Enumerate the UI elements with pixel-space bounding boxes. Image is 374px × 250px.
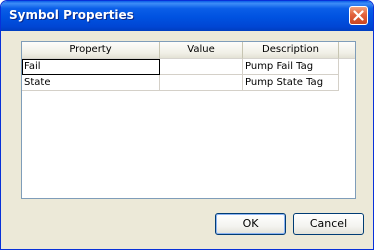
close-button[interactable] xyxy=(349,6,368,25)
value-cell[interactable] xyxy=(160,75,243,91)
table-header: Property Value Description xyxy=(22,42,355,59)
column-header-filler xyxy=(339,42,355,59)
column-header-value[interactable]: Value xyxy=(160,42,243,59)
column-header-property[interactable]: Property xyxy=(22,42,160,59)
properties-table[interactable]: Property Value Description Fail Pump Fai… xyxy=(21,41,356,199)
dialog-client-area: Property Value Description Fail Pump Fai… xyxy=(4,31,370,246)
table-row[interactable]: Fail Pump Fail Tag xyxy=(22,59,339,75)
window-title: Symbol Properties xyxy=(9,8,134,22)
description-cell: Pump Fail Tag xyxy=(243,59,339,75)
value-cell[interactable] xyxy=(160,59,243,75)
description-cell: Pump State Tag xyxy=(243,75,339,91)
close-icon xyxy=(353,10,364,21)
column-header-description[interactable]: Description xyxy=(243,42,339,59)
property-cell[interactable]: Fail xyxy=(22,59,160,75)
cancel-button[interactable]: Cancel xyxy=(293,213,364,235)
ok-button[interactable]: OK xyxy=(215,213,286,235)
table-row[interactable]: State Pump State Tag xyxy=(22,75,339,91)
title-bar[interactable]: Symbol Properties xyxy=(1,1,373,31)
symbol-properties-dialog: Symbol Properties Property Value Descrip… xyxy=(0,0,374,250)
property-cell[interactable]: State xyxy=(22,75,160,91)
